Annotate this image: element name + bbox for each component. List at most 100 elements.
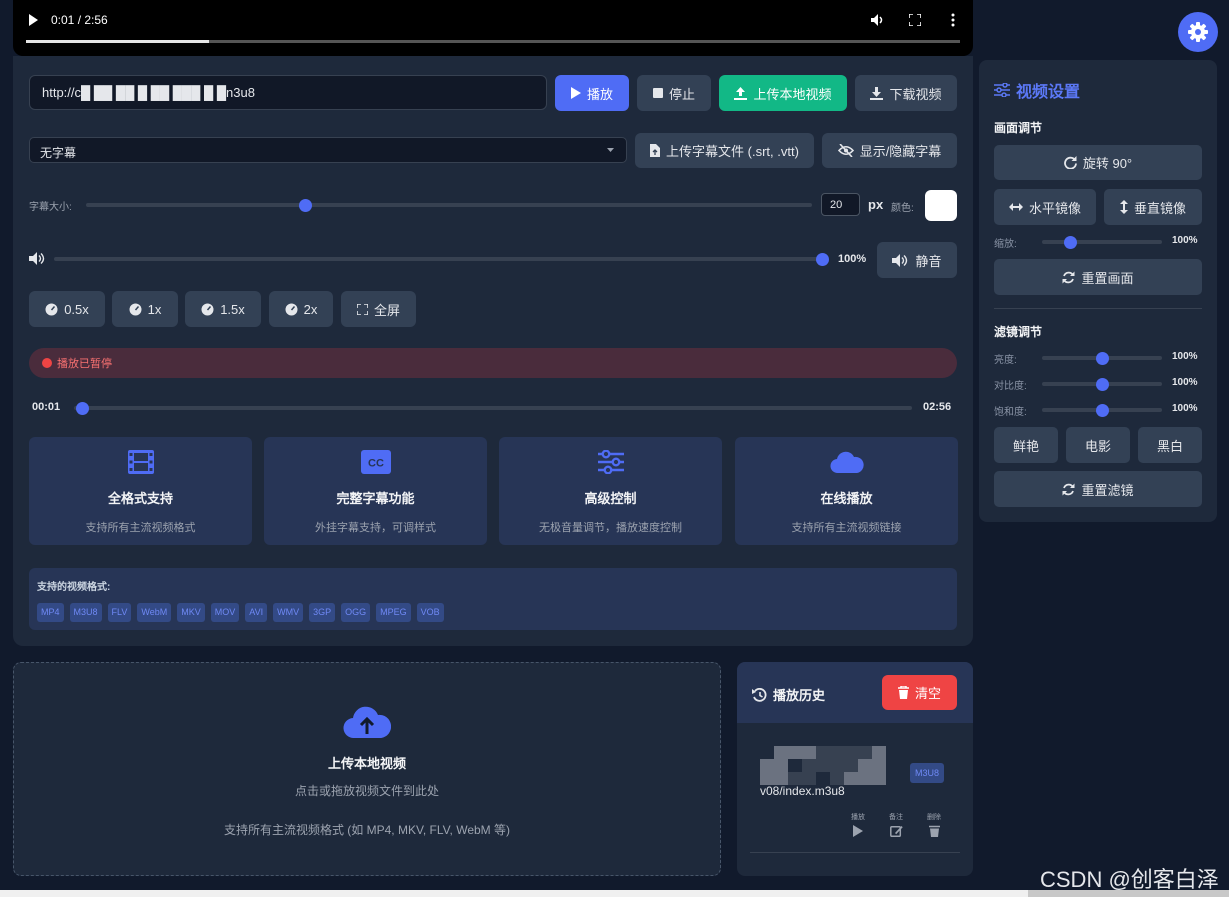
preset-grayscale-button[interactable]: 黑白	[1138, 427, 1202, 463]
history-delete-action[interactable]: 删除	[923, 812, 945, 837]
total-time: 02:56	[923, 401, 952, 413]
upload-dropzone[interactable]: 上传本地视频 点击或拖放视频文件到此处 支持所有主流视频格式 (如 MP4, M…	[13, 662, 721, 876]
format-tag: MP4	[37, 603, 64, 622]
contrast-slider[interactable]	[1042, 377, 1162, 391]
volume-slider[interactable]	[54, 252, 829, 266]
flip-horizontal-button[interactable]: 水平镜像	[994, 189, 1096, 225]
horizontal-scrollbar[interactable]	[0, 890, 1229, 897]
download-icon	[870, 86, 884, 100]
progress-knob[interactable]	[75, 401, 89, 415]
video-seek-fill	[26, 40, 210, 43]
rotate-90-button[interactable]: 旋转 90°	[994, 145, 1202, 180]
subtitle-select[interactable]: 无字幕	[29, 137, 627, 163]
video-settings-panel: 视频设置 画面调节 旋转 90° 水平镜像 垂直镜像 缩放: 100% 重置画面…	[979, 60, 1217, 522]
preset-vivid-button[interactable]: 鲜艳	[994, 427, 1058, 463]
mosaic-cell	[760, 746, 774, 759]
speed-0-5x-button[interactable]: 0.5x	[29, 291, 105, 327]
formats-heading: 支持的视频格式:	[37, 582, 111, 593]
saturation-label: 饱和度:	[994, 407, 1027, 418]
history-item-badge: M3U8	[910, 763, 945, 783]
clear-history-button[interactable]: 清空	[882, 675, 957, 710]
subtitle-size-slider[interactable]	[86, 198, 812, 212]
gear-icon	[1188, 22, 1208, 42]
mosaic-cell	[830, 759, 844, 772]
mosaic-cell	[858, 772, 872, 785]
fullscreen-button[interactable]: 全屏	[341, 291, 416, 327]
file-upload-icon	[650, 144, 661, 157]
closed-caption-icon: CC	[360, 450, 391, 474]
preset-cinema-button[interactable]: 电影	[1066, 427, 1130, 463]
play-icon[interactable]	[28, 14, 38, 26]
brightness-value: 100%	[1172, 351, 1198, 362]
volume-knob[interactable]	[815, 252, 829, 266]
video-player[interactable]: 0:01 / 2:56	[13, 0, 973, 56]
cloud-upload-icon	[343, 706, 391, 739]
brightness-slider[interactable]	[1042, 351, 1162, 365]
toggle-subtitle-button[interactable]: 显示/隐藏字幕	[822, 133, 957, 168]
saturation-value: 100%	[1172, 403, 1198, 414]
mosaic-cell	[872, 772, 886, 785]
format-tag: WebM	[137, 603, 172, 622]
format-tag: MOV	[210, 603, 240, 622]
speed-1-5x-button[interactable]: 1.5x	[185, 291, 261, 327]
flip-vertical-button[interactable]: 垂直镜像	[1104, 189, 1202, 225]
mosaic-cell	[844, 772, 858, 785]
subtitle-color-picker[interactable]	[925, 190, 957, 221]
edit-icon	[889, 826, 903, 837]
play-button[interactable]: 播放	[555, 75, 629, 111]
reset-filter-button[interactable]: 重置滤镜	[994, 471, 1202, 507]
chevron-down-icon	[607, 148, 614, 152]
zoom-label: 缩放:	[994, 239, 1017, 250]
zoom-knob[interactable]	[1063, 235, 1077, 249]
eye-slash-icon	[837, 144, 854, 157]
mosaic-cell	[872, 746, 886, 759]
mosaic-cell	[788, 746, 802, 759]
speed-1x-button[interactable]: 1x	[112, 291, 178, 327]
settings-toggle-button[interactable]	[1178, 12, 1218, 52]
history-note-action[interactable]: 备注	[885, 812, 907, 837]
refresh-icon	[1062, 483, 1075, 495]
rotate-icon	[1063, 156, 1077, 169]
play-icon	[570, 87, 581, 99]
speedometer-icon	[129, 303, 142, 315]
more-options-icon[interactable]	[951, 13, 955, 27]
history-icon	[752, 687, 767, 702]
film-icon	[127, 450, 154, 474]
mosaic-cell	[802, 759, 816, 772]
reset-picture-button[interactable]: 重置画面	[994, 259, 1202, 295]
zoom-value: 100%	[1172, 235, 1198, 246]
svg-text:CC: CC	[368, 458, 384, 470]
mute-button[interactable]: 静音	[877, 242, 957, 278]
fullscreen-icon[interactable]	[909, 14, 921, 26]
feature-title: 在线播放	[820, 491, 873, 506]
feature-title: 全格式支持	[107, 491, 173, 506]
subtitle-size-unit: px	[868, 197, 884, 212]
video-seek-bar[interactable]	[26, 40, 960, 43]
history-item-url[interactable]: v08/index.m3u8	[760, 784, 845, 798]
download-video-button[interactable]: 下载视频	[855, 75, 957, 111]
subtitle-size-input[interactable]: 20	[821, 193, 860, 216]
history-play-action[interactable]: 播放	[847, 812, 869, 837]
progress-slider[interactable]	[74, 401, 912, 415]
format-tag: FLV	[107, 603, 132, 622]
stop-button[interactable]: 停止	[637, 75, 711, 111]
volume-icon[interactable]	[870, 13, 884, 27]
contrast-knob[interactable]	[1095, 377, 1109, 391]
play-history-panel: 播放历史 清空 v08/index.m3u8 M3U8 播放 备注 删除	[737, 662, 973, 876]
contrast-label: 对比度:	[994, 381, 1027, 392]
brightness-knob[interactable]	[1095, 351, 1109, 365]
upload-subtitle-button[interactable]: 上传字幕文件 (.srt, .vtt)	[635, 133, 814, 168]
contrast-value: 100%	[1172, 377, 1198, 388]
scrollbar-thumb[interactable]	[0, 890, 1028, 897]
speed-2x-button[interactable]: 2x	[269, 291, 333, 327]
subtitle-size-knob[interactable]	[298, 198, 312, 212]
mosaic-cell	[774, 746, 788, 759]
url-input[interactable]: http://c█ ██ ██ █ ██ ███ █ █n3u8	[29, 75, 547, 110]
upload-local-video-button[interactable]: 上传本地视频	[719, 75, 847, 111]
feature-title: 高级控制	[584, 491, 637, 506]
saturation-slider[interactable]	[1042, 403, 1162, 417]
zoom-slider[interactable]	[1042, 235, 1162, 249]
play-icon	[853, 825, 863, 837]
saturation-knob[interactable]	[1095, 403, 1109, 417]
supported-formats: 支持的视频格式: MP4 M3U8 FLV WebM MKV MOV AVI W…	[29, 568, 957, 630]
